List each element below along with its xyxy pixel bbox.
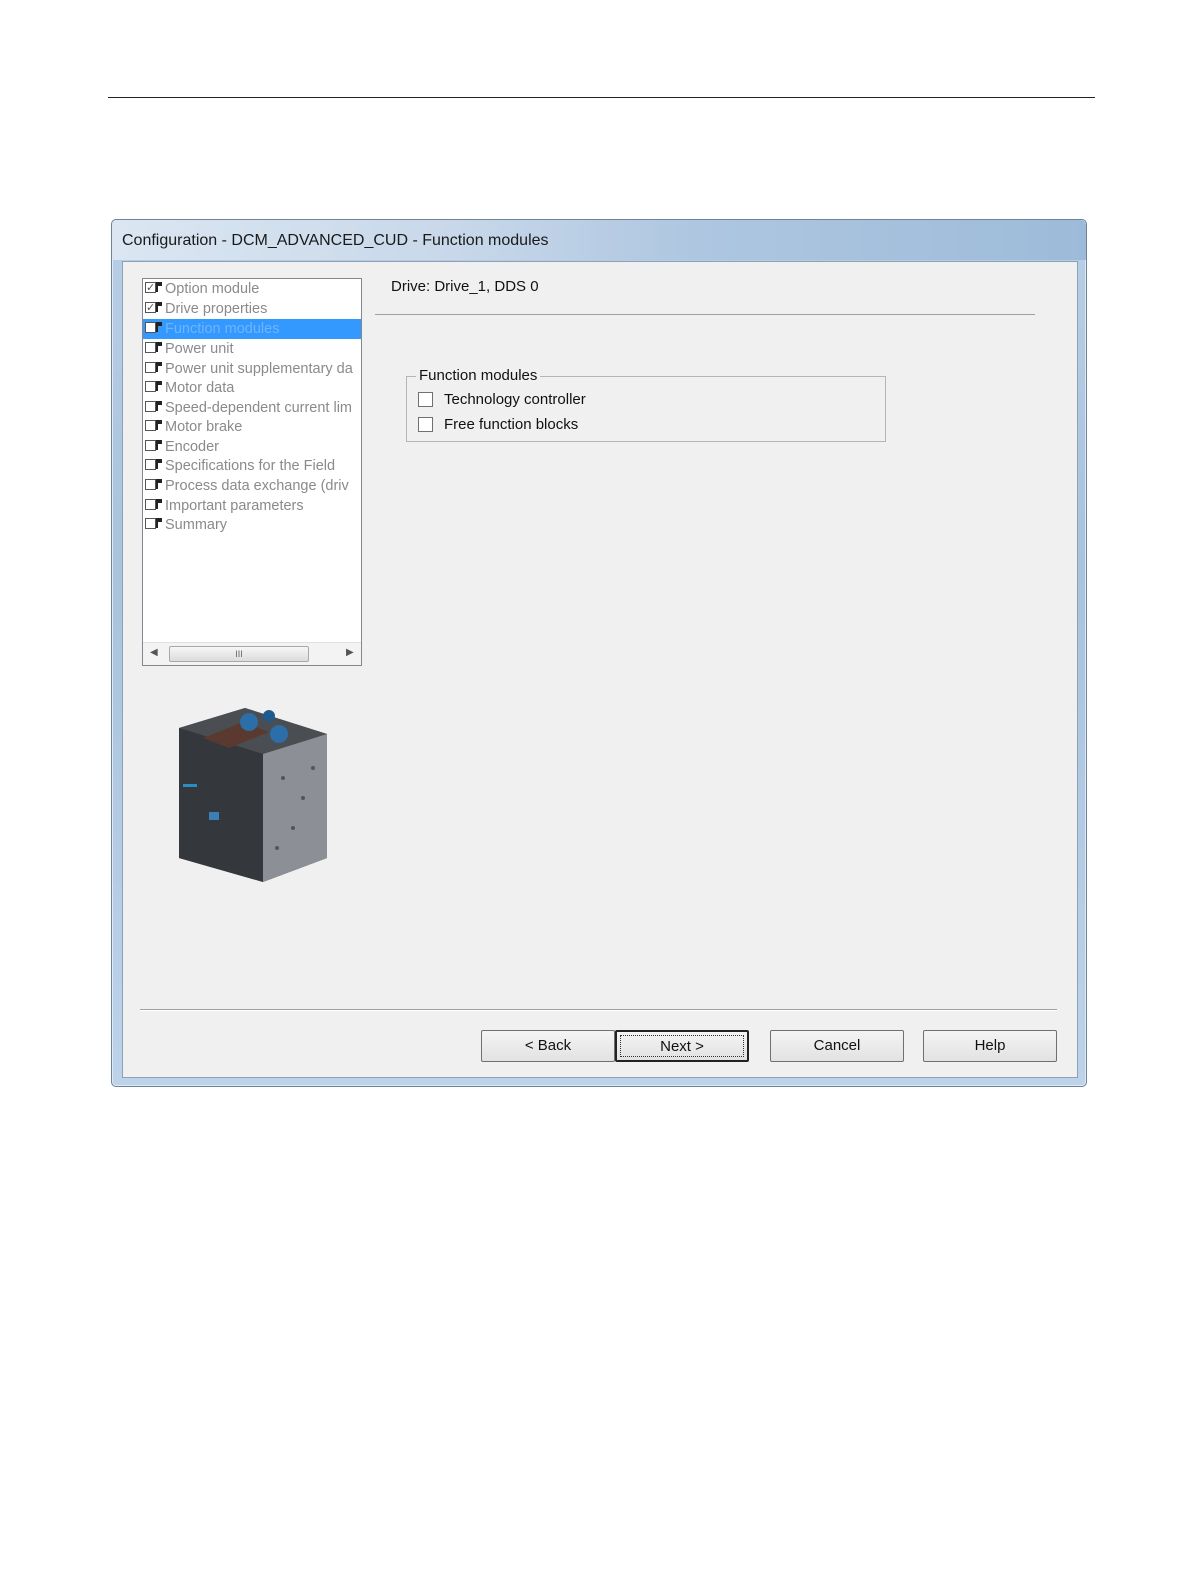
flag-icon — [156, 322, 162, 332]
scroll-left-icon[interactable]: ◀ — [150, 647, 158, 658]
option-label: Free function blocks — [444, 416, 579, 433]
step-checkbox — [145, 420, 156, 431]
step-encoder[interactable]: Encoder — [143, 437, 361, 457]
horizontal-scrollbar[interactable]: ◀ III ▶ — [143, 642, 361, 665]
step-checkbox — [145, 298, 156, 318]
step-checkbox — [145, 479, 156, 490]
scroll-right-icon[interactable]: ▶ — [346, 647, 354, 658]
flag-icon — [156, 499, 162, 509]
flag-icon — [156, 302, 162, 312]
step-process-data-exchange[interactable]: Process data exchange (driv — [143, 476, 361, 496]
header-separator — [375, 314, 1035, 315]
step-checkbox — [145, 322, 156, 333]
dialog-client-area: Option module Drive properties Function … — [122, 261, 1078, 1078]
next-button[interactable]: Next > — [615, 1030, 749, 1062]
flag-icon — [156, 401, 162, 411]
drive-unit-image — [179, 708, 327, 882]
step-motor-data[interactable]: Motor data — [143, 378, 361, 398]
flag-icon — [156, 282, 162, 292]
title-bar[interactable]: Configuration - DCM_ADVANCED_CUD - Funct… — [112, 220, 1086, 260]
step-checkbox — [145, 518, 156, 529]
step-function-modules[interactable]: Function modules — [143, 319, 361, 339]
technology-controller-checkbox[interactable] — [418, 392, 433, 407]
step-option-module[interactable]: Option module — [143, 279, 361, 299]
option-label: Technology controller — [444, 391, 586, 408]
step-power-unit[interactable]: Power unit — [143, 339, 361, 359]
configuration-dialog: Configuration - DCM_ADVANCED_CUD - Funct… — [111, 219, 1087, 1087]
back-button[interactable]: < Back — [481, 1030, 615, 1062]
step-field-specifications[interactable]: Specifications for the Field — [143, 456, 361, 476]
drive-info-label: Drive: Drive_1, DDS 0 — [391, 278, 539, 295]
step-summary[interactable]: Summary — [143, 515, 361, 535]
next-button-label: Next > — [660, 1038, 704, 1055]
step-checkbox — [145, 459, 156, 470]
scroll-thumb-grip: III — [235, 649, 243, 659]
free-function-blocks-checkbox[interactable] — [418, 417, 433, 432]
step-checkbox — [145, 342, 156, 353]
wizard-step-list[interactable]: Option module Drive properties Function … — [142, 278, 362, 666]
footer-separator — [140, 1009, 1057, 1010]
step-important-parameters[interactable]: Important parameters — [143, 496, 361, 516]
cancel-button[interactable]: Cancel — [770, 1030, 904, 1062]
flag-icon — [156, 518, 162, 528]
step-drive-properties[interactable]: Drive properties — [143, 298, 361, 319]
step-checkbox — [145, 440, 156, 451]
step-speed-dependent-current-limit[interactable]: Speed-dependent current lim — [143, 398, 361, 418]
flag-icon — [156, 440, 162, 450]
group-title: Function modules — [416, 367, 541, 384]
flag-icon — [156, 362, 162, 372]
flag-icon — [156, 479, 162, 489]
flag-icon — [156, 342, 162, 352]
help-button[interactable]: Help — [923, 1030, 1057, 1062]
flag-icon — [156, 459, 162, 469]
flag-icon — [156, 420, 162, 430]
scroll-thumb[interactable]: III — [169, 646, 309, 662]
step-checkbox — [145, 401, 156, 412]
step-checkbox — [145, 381, 156, 392]
page-header-rule — [108, 97, 1095, 98]
step-motor-brake[interactable]: Motor brake — [143, 417, 361, 437]
step-checkbox — [145, 362, 156, 373]
step-checkbox — [145, 279, 156, 298]
function-modules-group: Function modules Technology controller F… — [406, 367, 886, 442]
window-title: Configuration - DCM_ADVANCED_CUD - Funct… — [122, 232, 549, 249]
step-power-unit-supplementary[interactable]: Power unit supplementary da — [143, 359, 361, 379]
flag-icon — [156, 381, 162, 391]
step-checkbox — [145, 499, 156, 510]
